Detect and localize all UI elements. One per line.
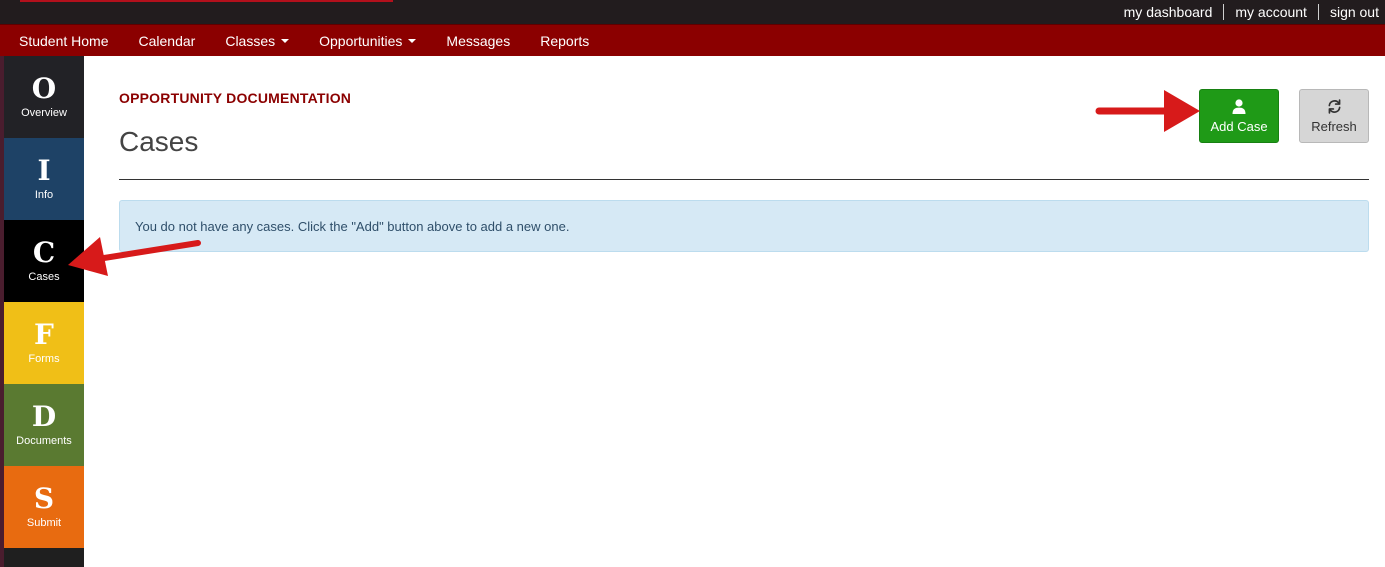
empty-cases-message: You do not have any cases. Click the "Ad… <box>135 218 570 234</box>
nav-classes[interactable]: Classes <box>225 33 290 49</box>
caret-down-icon <box>281 38 290 43</box>
sidebar-tab-letter: C <box>32 236 56 269</box>
sidebar-tab-label: Overview <box>21 107 67 119</box>
sidebar-tab-info[interactable]: I Info <box>4 138 84 220</box>
utility-links: my dashboard my account sign out <box>1113 0 1379 24</box>
arrow-to-add-case-icon <box>1095 90 1200 132</box>
sidebar-tab-letter: D <box>31 400 57 433</box>
refresh-button[interactable]: Refresh <box>1299 89 1369 143</box>
my-account-link[interactable]: my account <box>1223 4 1318 20</box>
sidebar-tab-letter: O <box>31 72 57 105</box>
empty-cases-alert: You do not have any cases. Click the "Ad… <box>119 200 1369 252</box>
sidebar-tab-label: Info <box>34 189 54 201</box>
refresh-label: Refresh <box>1311 118 1357 134</box>
sidebar-tab-label: Documents <box>16 435 72 447</box>
sidebar-tab-label: Cases <box>28 271 60 283</box>
section-sidebar: O Overview I Info C Cases F Forms D Docu… <box>4 56 84 567</box>
brand-strip <box>20 0 393 2</box>
nav-messages[interactable]: Messages <box>446 33 510 49</box>
sidebar-tab-label: Submit <box>26 517 62 529</box>
sign-out-link[interactable]: sign out <box>1317 4 1379 20</box>
my-dashboard-link[interactable]: my dashboard <box>1113 4 1224 20</box>
refresh-icon <box>1328 98 1340 114</box>
sidebar-tab-label: Forms <box>28 353 60 365</box>
nav-opportunities[interactable]: Opportunities <box>319 33 417 49</box>
sidebar-tab-cases[interactable]: C Cases <box>4 220 84 302</box>
add-case-button[interactable]: Add Case <box>1199 89 1279 143</box>
main-nav: Student Home Calendar Classes Opportunit… <box>0 24 1385 56</box>
top-utility-bar: my dashboard my account sign out <box>0 0 1385 24</box>
sidebar-tab-letter: I <box>37 154 51 187</box>
sidebar-tab-letter: S <box>33 482 55 515</box>
add-case-label: Add Case <box>1210 118 1268 134</box>
sidebar-tab-submit[interactable]: S Submit <box>4 466 84 548</box>
title-divider <box>119 179 1369 180</box>
user-icon <box>1232 98 1246 114</box>
page-title: Cases <box>119 126 199 157</box>
annotation-overlay <box>68 90 1200 276</box>
caret-down-icon <box>408 38 417 43</box>
sidebar-tab-documents[interactable]: D Documents <box>4 384 84 466</box>
nav-reports[interactable]: Reports <box>540 33 589 49</box>
sidebar-tab-overview[interactable]: O Overview <box>4 56 84 138</box>
sidebar-tab-letter: F <box>34 318 54 351</box>
nav-calendar[interactable]: Calendar <box>139 33 196 49</box>
nav-student-home[interactable]: Student Home <box>19 33 109 49</box>
section-eyebrow: OPPORTUNITY DOCUMENTATION <box>119 90 352 106</box>
sidebar-tab-forms[interactable]: F Forms <box>4 302 84 384</box>
